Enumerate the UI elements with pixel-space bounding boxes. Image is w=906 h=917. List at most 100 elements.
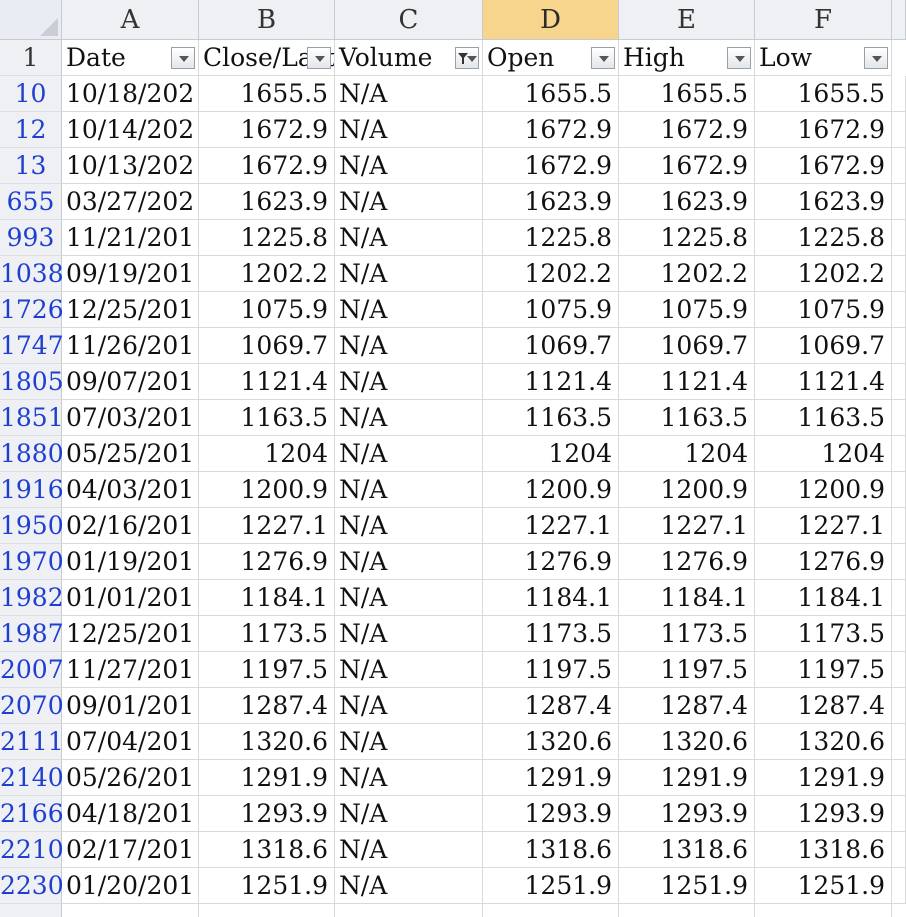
cell-volume[interactable]: N/A xyxy=(335,364,483,400)
cell-low[interactable]: 1225.8 xyxy=(755,220,892,256)
row-header[interactable]: 2140 xyxy=(0,760,64,796)
cell-date[interactable]: 05/26/201 xyxy=(62,760,199,796)
cell-g[interactable] xyxy=(892,220,906,256)
cell-open[interactable]: 1623.9 xyxy=(483,184,619,220)
cell-volume[interactable]: N/A xyxy=(335,76,483,112)
cell-date[interactable]: 04/18/201 xyxy=(62,796,199,832)
cell-volume[interactable]: N/A xyxy=(335,472,483,508)
cell-date[interactable]: 09/01/201 xyxy=(62,688,199,724)
cell-low[interactable]: 1276.9 xyxy=(755,544,892,580)
select-all-corner[interactable] xyxy=(0,0,62,40)
cell-close[interactable]: 1655.5 xyxy=(199,76,335,112)
cell-g[interactable] xyxy=(892,292,906,328)
cell-volume[interactable]: N/A xyxy=(335,508,483,544)
cell-low[interactable]: 1121.4 xyxy=(755,364,892,400)
cell-high[interactable]: 1672.9 xyxy=(619,148,755,184)
cell-volume[interactable]: N/A xyxy=(335,688,483,724)
cell-close[interactable]: 1204 xyxy=(199,436,335,472)
cell-open[interactable]: 1069.7 xyxy=(483,328,619,364)
cell-volume[interactable]: N/A xyxy=(335,328,483,364)
cell-high[interactable]: 1251.9 xyxy=(619,868,755,904)
cell-date[interactable]: 11/26/201 xyxy=(62,328,199,364)
cell-high[interactable]: 1200.9 xyxy=(619,472,755,508)
cell-high[interactable]: 1069.7 xyxy=(619,328,755,364)
header-cell-d[interactable]: Open xyxy=(483,40,619,76)
cell-low[interactable]: 1672.9 xyxy=(755,148,892,184)
cell-volume[interactable]: N/A xyxy=(335,652,483,688)
cell-close[interactable]: 1293.9 xyxy=(199,796,335,832)
cell-open[interactable]: 1163.5 xyxy=(483,400,619,436)
cell-close[interactable]: 1225.8 xyxy=(199,220,335,256)
cell-close[interactable]: 1200.9 xyxy=(199,472,335,508)
row-header[interactable]: 1747 xyxy=(0,328,64,364)
cell-high[interactable]: 1318.6 xyxy=(619,832,755,868)
cell-volume[interactable]: N/A xyxy=(335,436,483,472)
cell-low[interactable]: 1075.9 xyxy=(755,292,892,328)
cell-date[interactable]: 10/14/202 xyxy=(62,112,199,148)
cell-close[interactable]: 1672.9 xyxy=(199,112,335,148)
row-header[interactable]: 2230 xyxy=(0,868,64,904)
cell-g[interactable] xyxy=(892,616,906,652)
cell-low[interactable]: 1320.6 xyxy=(755,724,892,760)
cell-date[interactable]: 01/01/201 xyxy=(62,580,199,616)
cell-high[interactable]: 1227.1 xyxy=(619,508,755,544)
cell-g[interactable] xyxy=(892,796,906,832)
column-header-e[interactable]: E xyxy=(619,0,755,40)
cell-open[interactable]: 1655.5 xyxy=(483,76,619,112)
cell-date[interactable]: 10/18/202 xyxy=(62,76,199,112)
cell-volume[interactable]: N/A xyxy=(335,148,483,184)
row-header[interactable]: 13 xyxy=(0,148,62,184)
cell-g[interactable] xyxy=(892,364,906,400)
cell-volume[interactable]: N/A xyxy=(335,184,483,220)
cell-low[interactable]: 1655.5 xyxy=(755,76,892,112)
filter-dropdown-button[interactable] xyxy=(864,47,888,69)
cell-close[interactable]: 1291.9 xyxy=(199,760,335,796)
cell-g[interactable] xyxy=(892,148,906,184)
cell-date[interactable]: 11/21/201 xyxy=(62,220,199,256)
cell-close[interactable]: 1173.5 xyxy=(199,616,335,652)
cell-low[interactable]: 1184.1 xyxy=(755,580,892,616)
cell-high[interactable]: 1075.9 xyxy=(619,292,755,328)
cell-open[interactable]: 1204 xyxy=(483,436,619,472)
cell-low[interactable]: 1197.5 xyxy=(755,652,892,688)
cell-high[interactable]: 1287.4 xyxy=(619,688,755,724)
cell-g[interactable] xyxy=(892,112,906,148)
header-cell-f[interactable]: Low xyxy=(755,40,892,76)
cell-date[interactable]: 12/25/201 xyxy=(62,616,199,652)
cell-volume[interactable]: N/A xyxy=(335,220,483,256)
cell-g[interactable] xyxy=(892,688,906,724)
cell-volume[interactable]: N/A xyxy=(335,616,483,652)
row-header[interactable]: 1916 xyxy=(0,472,64,508)
cell-volume[interactable]: N/A xyxy=(335,832,483,868)
cell-close[interactable]: 1075.9 xyxy=(199,292,335,328)
cell-low[interactable]: 1200.9 xyxy=(755,472,892,508)
cell-date[interactable]: 01/20/201 xyxy=(62,868,199,904)
cell-g[interactable] xyxy=(892,400,906,436)
row-header[interactable]: 2210 xyxy=(0,832,64,868)
filter-dropdown-button[interactable] xyxy=(727,47,751,69)
column-header-b[interactable]: B xyxy=(199,0,335,40)
cell-partial[interactable] xyxy=(483,904,619,917)
cell-open[interactable]: 1121.4 xyxy=(483,364,619,400)
cell-volume[interactable]: N/A xyxy=(335,112,483,148)
cell-g[interactable] xyxy=(892,436,906,472)
cell-g[interactable] xyxy=(892,760,906,796)
filter-dropdown-button[interactable] xyxy=(171,47,195,69)
row-header[interactable]: 1987 xyxy=(0,616,64,652)
cell-open[interactable]: 1287.4 xyxy=(483,688,619,724)
cell-open[interactable]: 1197.5 xyxy=(483,652,619,688)
cell-open[interactable]: 1251.9 xyxy=(483,868,619,904)
row-header[interactable]: 1982 xyxy=(0,580,64,616)
cell-open[interactable]: 1672.9 xyxy=(483,148,619,184)
column-header-c[interactable]: C xyxy=(335,0,483,40)
cell-close[interactable]: 1202.2 xyxy=(199,256,335,292)
row-header[interactable]: 993 xyxy=(0,220,62,256)
cell-high[interactable]: 1197.5 xyxy=(619,652,755,688)
column-header-f[interactable]: F xyxy=(755,0,892,40)
row-header[interactable]: 12 xyxy=(0,112,62,148)
cell-open[interactable]: 1075.9 xyxy=(483,292,619,328)
cell-open[interactable]: 1276.9 xyxy=(483,544,619,580)
cell-close[interactable]: 1318.6 xyxy=(199,832,335,868)
cell-high[interactable]: 1184.1 xyxy=(619,580,755,616)
cell-open[interactable]: 1184.1 xyxy=(483,580,619,616)
